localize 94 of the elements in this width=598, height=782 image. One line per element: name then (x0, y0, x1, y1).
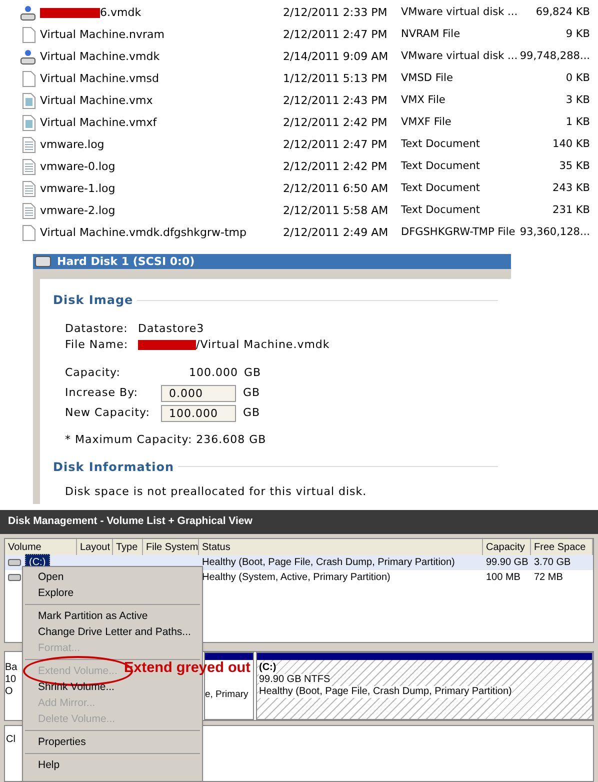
text-file-icon (22, 203, 36, 219)
field-label: Datastore: (65, 320, 129, 337)
field-value: 100.000 (189, 364, 239, 381)
file-name: vmware-1.log (40, 180, 116, 197)
partition-status: Healthy (Boot, Page File, Crash Dump, Primary Partition) (259, 686, 512, 698)
file-type: VMXF File (401, 115, 452, 130)
file-size: 0 KB (564, 71, 590, 86)
section-heading: Disk Image (53, 292, 134, 309)
disk-label: O (5, 686, 14, 698)
file-size: 9 KB (564, 27, 590, 42)
field-label: New Capacity: (65, 404, 151, 421)
field-label: File Name: (65, 336, 130, 353)
file-name: vmware.log (40, 136, 104, 153)
file-date: 1/12/2011 5:13 PM (283, 70, 388, 87)
partition-name: (C:) (259, 662, 276, 674)
file-date: 2/12/2011 5:58 AM (283, 202, 390, 219)
file-size: 93,360,128... (518, 225, 590, 240)
file-date: 2/14/2011 9:09 AM (283, 48, 390, 65)
field-value: Datastore3 (138, 320, 204, 337)
unit-label: GB (244, 364, 262, 381)
disk-info-text: Disk space is not preallocated for this virtual disk. (64, 484, 368, 500)
file-size: 1 KB (564, 115, 590, 130)
drive-icon (8, 559, 21, 566)
new-capacity-field[interactable]: 100.000 (161, 404, 236, 422)
increase-by-field[interactable]: 0.000 (161, 384, 236, 402)
document-icon (22, 27, 36, 43)
file-name: vmware-2.log (40, 202, 116, 219)
file-name: Virtual Machine.vmdk (40, 48, 160, 65)
disk-drive-icon (20, 49, 36, 65)
text-file-icon (22, 159, 36, 175)
file-date: 2/12/2011 2:49 AM (283, 224, 390, 241)
menu-item[interactable]: Mark Partition as Active (38, 609, 148, 623)
file-date: 2/12/2011 2:33 PM (283, 4, 388, 21)
file-type: Text Document (401, 159, 481, 174)
file-type: VMSD File (401, 71, 454, 86)
file-date: 2/12/2011 6:50 AM (283, 180, 390, 197)
disk-label: 10 (5, 674, 18, 686)
document-icon (22, 225, 36, 241)
disk-label: Ba (5, 662, 18, 674)
file-name: Virtual Machine.vmx (40, 92, 153, 109)
partition-block[interactable]: (C:) 99.90 GB NTFS Healthy (Boot, Page File, Crash Dump, Primary Partition) (256, 652, 593, 720)
file-size: 140 KB (552, 137, 590, 152)
field-label: Capacity: (65, 364, 122, 381)
file-name: Virtual Machine.vmxf (40, 114, 157, 131)
file-date: 2/12/2011 2:42 PM (283, 158, 388, 175)
document-icon (22, 71, 36, 87)
text-file-icon (22, 181, 36, 197)
dialog-title: Hard Disk 1 (SCSI 0:0) (57, 255, 195, 268)
free-space-cell-text: 72 MB (533, 571, 564, 585)
disk-label: Cl (5, 733, 16, 747)
max-capacity-note: * Maximum Capacity: 236.608 GB (65, 432, 268, 448)
file-type: Text Document (401, 137, 481, 152)
unit-label: GB (243, 384, 260, 401)
file-type: VMX File (401, 93, 446, 108)
file-date: 2/12/2011 2:47 PM (283, 26, 388, 43)
file-size: 35 KB (558, 159, 590, 174)
menu-item[interactable]: Open (38, 570, 64, 584)
file-date: 2/12/2011 2:43 PM (283, 92, 388, 109)
file-size: 243 KB (552, 181, 590, 196)
status-cell-text: Healthy (System, Active, Primary Partition) (201, 571, 392, 585)
partition-text: e, Primary (205, 688, 250, 702)
section-heading: Disk Information (53, 458, 174, 476)
file-name: Virtual Machine.vmdk.dfgshkgrw-tmp (40, 224, 246, 241)
menu-item[interactable]: Explore (38, 586, 74, 600)
file-type: Text Document (401, 181, 481, 196)
file-date: 2/12/2011 2:47 PM (283, 136, 388, 153)
file-name: Virtual Machine.vmsd (40, 70, 159, 87)
config-file-icon (22, 115, 36, 131)
menu-item[interactable]: Change Drive Letter and Paths... (38, 625, 191, 639)
config-file-icon (22, 93, 36, 109)
file-name: vmware-0.log (40, 158, 116, 175)
file-name: 6.vmdk (100, 4, 142, 21)
unit-label: GB (243, 404, 260, 421)
redaction-mark (138, 340, 196, 350)
partition-size: 99.90 GB NTFS (259, 674, 330, 686)
window-title: Disk Management - Volume List + Graphical View (8, 514, 252, 530)
file-name: Virtual Machine.nvram (40, 26, 164, 43)
capacity-cell-text: 99.90 GB (485, 556, 530, 570)
file-size: 3 KB (564, 93, 590, 108)
field-label: Increase By: (65, 384, 140, 401)
file-type: DFGSHKGRW-TMP File (401, 225, 513, 240)
free-space-cell-text: 3.70 GB (533, 556, 572, 570)
disk-drive-icon (20, 5, 36, 21)
file-type: Text Document (401, 203, 481, 218)
file-size: 231 KB (552, 203, 590, 218)
text-file-icon (22, 137, 36, 153)
partition-header-bar (205, 653, 253, 660)
file-date: 2/12/2011 2:42 PM (283, 114, 388, 131)
file-type: NVRAM File (401, 27, 462, 42)
menu-item[interactable]: Properties (38, 735, 86, 749)
status-cell-text: Healthy (Boot, Page File, Crash Dump, Primary Partition) (201, 556, 456, 570)
field-value: /Virtual Machine.vmdk (196, 336, 330, 353)
menu-item[interactable]: Help (38, 758, 60, 772)
capacity-cell-text: 100 MB (485, 571, 522, 585)
